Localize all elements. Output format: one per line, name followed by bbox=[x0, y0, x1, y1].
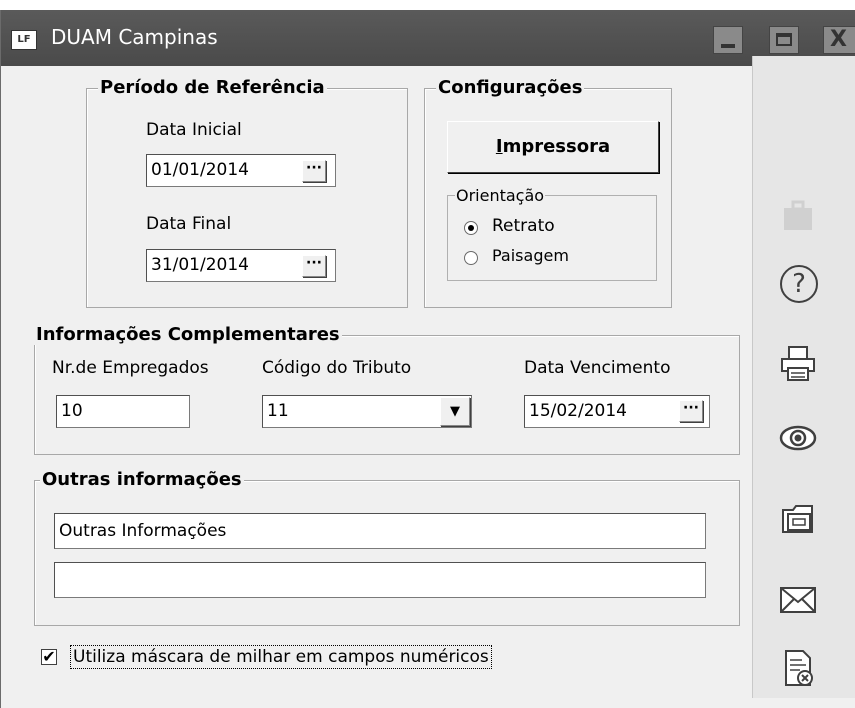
tributo-dropdown-button[interactable]: ▼ bbox=[440, 397, 470, 426]
periodo-title: Período de Referência bbox=[98, 77, 327, 98]
printer-icon[interactable] bbox=[778, 344, 818, 384]
data-final-picker-button[interactable]: ··· bbox=[302, 255, 326, 277]
email-icon[interactable] bbox=[778, 580, 818, 620]
tributo-label: Código do Tributo bbox=[262, 358, 412, 378]
folder-document-icon[interactable] bbox=[778, 498, 818, 538]
minimize-button[interactable] bbox=[713, 26, 743, 54]
mascara-checkbox[interactable]: ✔ bbox=[41, 649, 57, 665]
config-title: Configurações bbox=[436, 77, 585, 98]
outras-line1-field[interactable]: Outras Informações bbox=[54, 513, 706, 549]
paisagem-radio[interactable] bbox=[464, 251, 478, 265]
impressora-label: mpressora bbox=[502, 136, 611, 157]
impressora-mnemonic: I bbox=[495, 136, 503, 157]
maximize-button[interactable] bbox=[769, 26, 799, 54]
orientacao-title: Orientação bbox=[455, 186, 546, 205]
impressora-button[interactable]: Impressora bbox=[447, 121, 659, 173]
retrato-radio[interactable] bbox=[464, 221, 478, 235]
data-inicial-label: Data Inicial bbox=[146, 120, 242, 140]
mascara-label[interactable]: Utiliza máscara de milhar em campos numé… bbox=[70, 645, 492, 669]
retrato-label[interactable]: Retrato bbox=[492, 216, 555, 236]
paisagem-label[interactable]: Paisagem bbox=[492, 246, 569, 265]
help-icon[interactable]: ? bbox=[780, 265, 818, 303]
empregados-field[interactable]: 10 bbox=[56, 395, 190, 428]
outras-line2-field[interactable] bbox=[54, 562, 706, 598]
app-logo-icon: LF bbox=[11, 30, 37, 50]
window-title: DUAM Campinas bbox=[51, 25, 218, 49]
orientacao-group bbox=[447, 195, 657, 281]
outras-group bbox=[34, 480, 740, 626]
cancel-document-icon[interactable] bbox=[778, 648, 818, 688]
minimize-icon bbox=[721, 44, 735, 48]
info-title: Informações Complementares bbox=[34, 324, 342, 345]
preview-eye-icon[interactable] bbox=[778, 418, 818, 458]
title-bar[interactable]: LF DUAM Campinas X bbox=[1, 10, 855, 66]
outras-title: Outras informações bbox=[40, 469, 244, 490]
chevron-down-icon: ▼ bbox=[450, 404, 460, 419]
empregados-label: Nr.de Empregados bbox=[52, 358, 209, 378]
maximize-icon bbox=[776, 33, 792, 46]
vencimento-picker-button[interactable]: ··· bbox=[679, 400, 703, 422]
close-button[interactable]: X bbox=[823, 26, 855, 54]
close-icon: X bbox=[830, 27, 847, 52]
data-final-label: Data Final bbox=[146, 214, 232, 234]
data-inicial-picker-button[interactable]: ··· bbox=[302, 160, 326, 182]
briefcase-icon[interactable] bbox=[778, 196, 818, 236]
vencimento-label: Data Vencimento bbox=[524, 358, 671, 378]
